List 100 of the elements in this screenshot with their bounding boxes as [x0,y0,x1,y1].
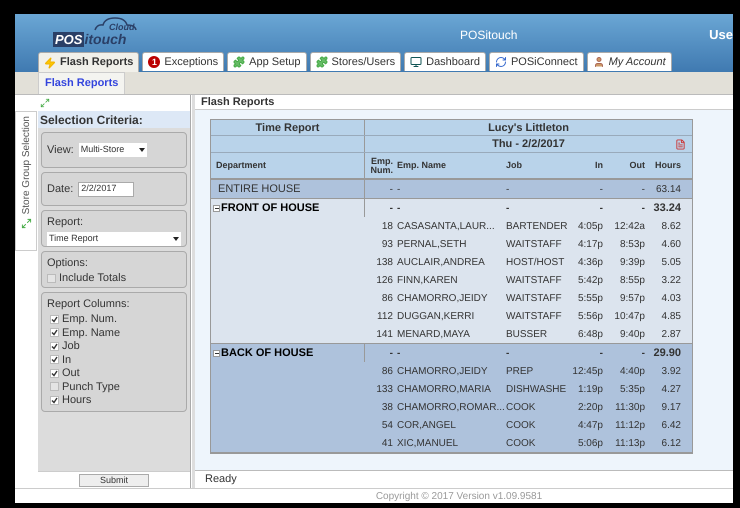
caret-icon [138,148,145,152]
checkbox[interactable] [50,396,59,405]
checkbox-label: Job [62,339,80,354]
column-header: Department [216,158,266,172]
table-cell-text: 3.92 [660,364,681,378]
table-cell-text: 33.24 [652,200,681,216]
table-cell-text: 18 [380,220,393,234]
column-header: Job [506,158,524,172]
collapse-icon[interactable] [213,350,220,356]
checkbox[interactable] [47,274,56,283]
nav-tab[interactable]: Stores/Users [310,52,402,71]
monitor-icon [410,56,422,68]
table-cell-text: 4.27 [660,382,681,396]
collapse-icon[interactable] [213,204,220,212]
checkbox[interactable] [50,368,59,378]
checkbox[interactable] [50,382,59,392]
table-cell-text: MENARD,MAYA [396,328,471,342]
table-cell-text: WAITSTAFF [506,238,563,252]
table-cell-text: CHAMORRO,JEIDY [396,292,489,306]
nav-tab[interactable]: POSiConnect [488,52,584,71]
table-cell-text: 93 [380,238,393,252]
table-cell-text: 141 [375,328,393,342]
table-cell-text: BUSSER [506,328,548,342]
store-name: Lucy's Littleton [487,121,570,135]
table-cell-text: 8.62 [660,220,681,234]
sub-tab[interactable]: Flash Reports [38,72,126,94]
side-tab[interactable]: Store Group Selection [15,111,37,251]
expand-icon[interactable] [40,98,50,108]
table-cell-text: - [506,182,510,196]
app-title: POSitouch [460,27,518,44]
table-cell-text: DUGGAN,KERRI [396,310,476,324]
table-cell-text: 38 [380,400,393,414]
table-cell-text: 11:12p [614,418,645,432]
side-tab-label: Store Group Selection [20,116,32,214]
table-cell-text: HOST/HOST [506,256,566,270]
report-title: Time Report [211,120,365,135]
nav-tab[interactable]: My Account [586,52,672,71]
checkbox[interactable] [50,355,59,364]
checkbox-label: Include Totals [59,271,126,286]
table-cell-text: 5:42p [576,274,603,288]
table-cell-text: - [640,346,645,360]
table-cell-text: 4:36p [576,256,603,270]
column-header: Emp. Num. [370,156,393,174]
table-cell-text: DISHWASHE [506,382,568,396]
department-cell-text: FRONT OF HOUSE [221,200,320,216]
checkbox-label: Out [62,366,80,381]
table-cell-text: 3.22 [660,274,681,288]
checkbox[interactable] [50,328,59,338]
table-cell-text: 11:30p [614,400,645,414]
column-header: Emp. Name [396,158,448,172]
expand-icon[interactable] [20,218,32,230]
checkbox-label: In [62,352,72,368]
table-cell-text: 9.17 [660,400,681,414]
checkbox[interactable] [50,342,59,351]
nav-tab[interactable]: App Setup [227,52,307,71]
table-cell-text: 12:45p [571,364,603,378]
date-field[interactable]: 2/2/2017 [78,182,134,196]
column-header: In [594,158,603,172]
table-cell-text: - [598,346,603,360]
flash-icon [44,56,56,68]
table-cell-text: 5:06p [576,436,603,450]
table-cell-text: FINN,KAREN [396,274,459,288]
table-cell-text: 41 [380,436,393,450]
table-cell-text: - [388,182,393,196]
checkbox-label: Emp. Num. [62,312,118,327]
check-icon [51,396,58,404]
field-label: Date: [47,182,74,197]
table-cell-text: WAITSTAFF [506,292,563,306]
table-cell-text: 2:20p [576,400,603,414]
panel-title: Selection Criteria: [38,111,190,128]
submit-button[interactable]: Submit [79,474,149,486]
table-cell-text: 8:55p [618,274,645,288]
nav-tab[interactable]: Dashboard [404,52,486,71]
user-icon [592,56,605,68]
table-cell-text: - [640,202,645,216]
nav-tab[interactable]: Flash Reports [38,52,140,72]
table-cell-text: 9:39p [618,256,645,270]
view-dropdown[interactable]: Multi-Store [78,143,147,157]
table-cell-text: PREP [506,364,534,378]
table-cell-text: 138 [375,256,393,270]
sync-icon [494,56,507,68]
caret-icon [173,236,179,240]
table-cell-text: 12:42a [613,220,645,234]
nav-tab[interactable]: 1 Exceptions [142,52,224,71]
table-cell-text: WAITSTAFF [506,310,563,324]
content-title: Flash Reports [195,95,733,110]
table-cell-text: 11:13p [614,436,645,450]
logo-itouch-text: itouch [84,32,126,47]
field-label: Report Columns: [47,297,131,312]
pdf-icon[interactable] [675,138,686,150]
table-cell-text: AUCLAIR,ANDREA [396,256,486,270]
table-cell-text: - [388,346,393,360]
table-cell-text: 126 [375,274,393,288]
department-cell-text: ENTIRE HOUSE [217,182,301,197]
checkbox[interactable] [50,314,59,324]
table-cell-text: CHAMORRO,MARIA [396,382,492,396]
report-dropdown[interactable]: Time Report [47,232,181,246]
status-text: Ready [205,472,237,488]
table-cell-text: 5:56p [576,310,603,324]
field-label: Report: [47,215,84,230]
